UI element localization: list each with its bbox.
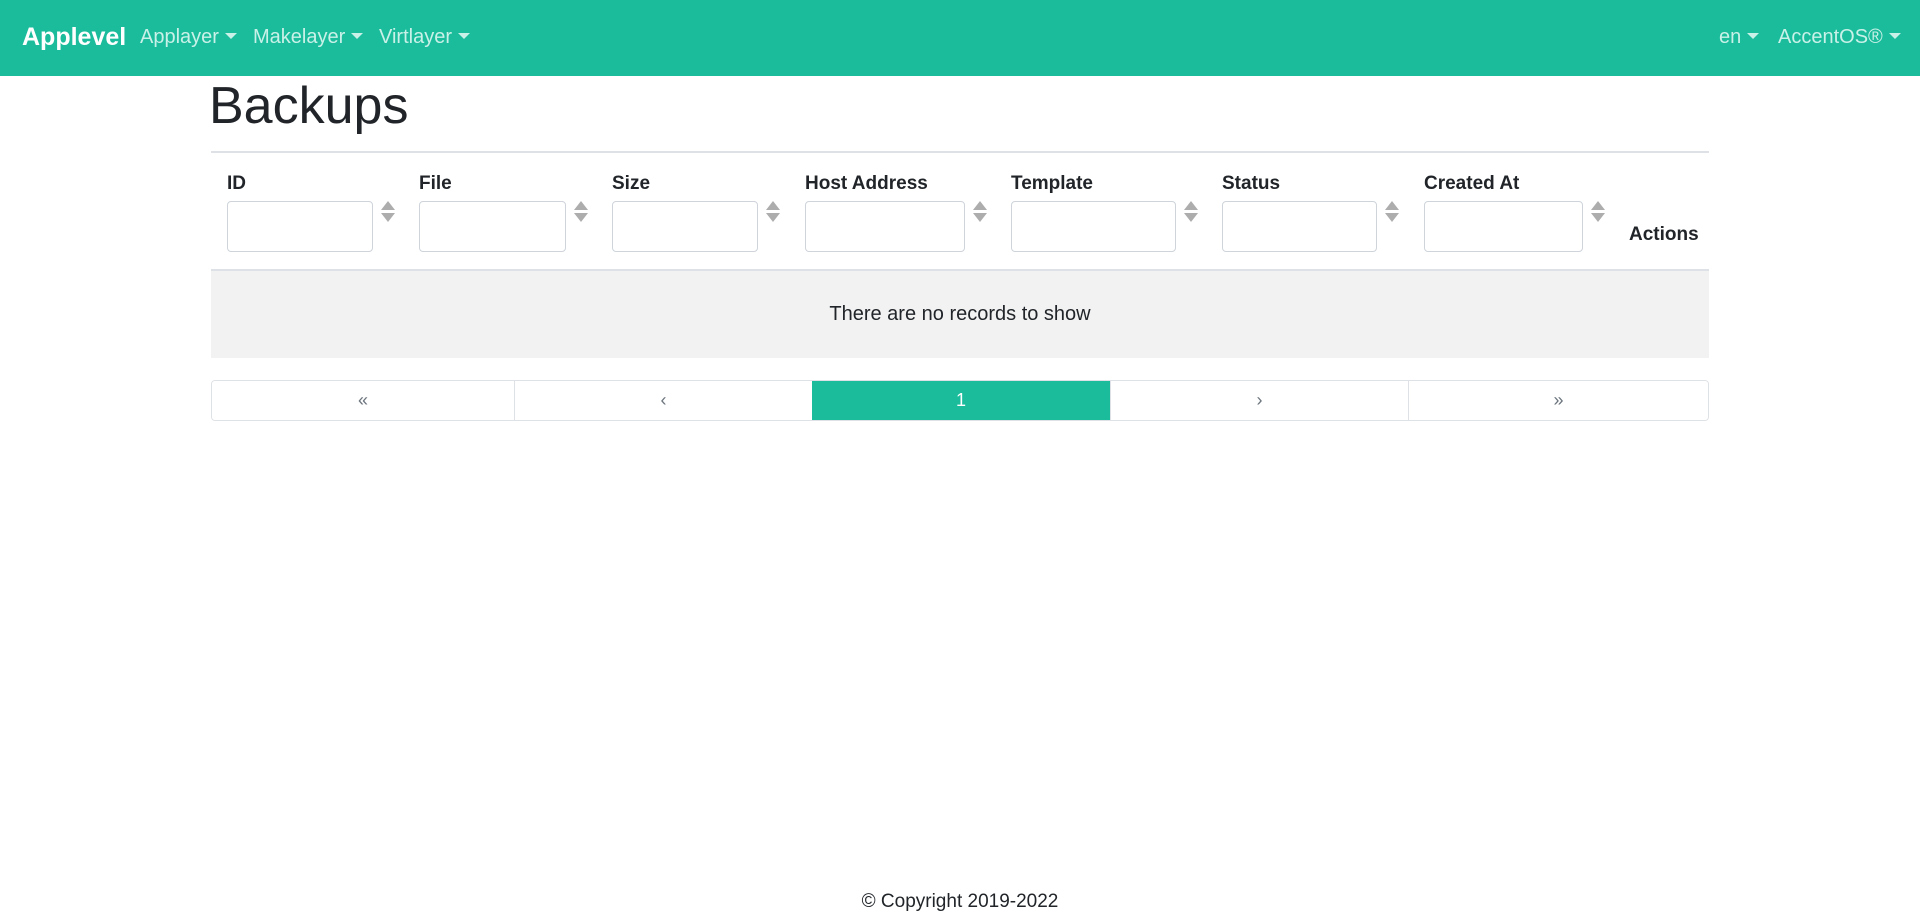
- sort-icon[interactable]: [1385, 200, 1399, 224]
- language-label: en: [1719, 26, 1742, 48]
- sort-icon[interactable]: [381, 200, 395, 224]
- menu-applayer[interactable]: Applayer: [140, 24, 237, 50]
- column-header-file: File: [419, 173, 452, 194]
- filter-input-status[interactable]: [1222, 201, 1377, 252]
- sort-icon[interactable]: [1184, 200, 1198, 224]
- filter-input-file[interactable]: [419, 201, 566, 252]
- filter-input-created-at[interactable]: [1424, 201, 1583, 252]
- column-header-actions: Actions: [1629, 224, 1699, 245]
- column-header-status: Status: [1222, 173, 1281, 194]
- sort-icon[interactable]: [574, 200, 588, 224]
- column-header-size: Size: [612, 173, 651, 194]
- menu-virtlayer-label: Virtlayer: [379, 26, 452, 48]
- filter-input-template[interactable]: [1011, 201, 1176, 252]
- caret-down-icon: [351, 33, 364, 39]
- next-page-button[interactable]: ›: [1110, 381, 1408, 420]
- title-divider: [211, 151, 1709, 153]
- previous-page-button[interactable]: ‹: [514, 381, 812, 420]
- column-header-host-address: Host Address: [805, 173, 928, 194]
- brand-link[interactable]: Applevel: [22, 21, 126, 53]
- pagination: « ‹ 1 › »: [211, 380, 1709, 421]
- language-menu[interactable]: en: [1719, 24, 1760, 50]
- column-header-id: ID: [227, 173, 246, 194]
- product-label: AccentOS®: [1778, 26, 1883, 48]
- menu-makelayer[interactable]: Makelayer: [253, 24, 364, 50]
- product-menu[interactable]: AccentOS®: [1778, 24, 1901, 50]
- caret-down-icon: [224, 33, 237, 39]
- page-1-button[interactable]: 1: [812, 381, 1110, 420]
- last-page-button[interactable]: »: [1408, 381, 1708, 420]
- filter-input-size[interactable]: [612, 201, 758, 252]
- empty-message: There are no records to show: [829, 303, 1091, 325]
- sort-icon[interactable]: [766, 200, 780, 224]
- menu-makelayer-label: Makelayer: [253, 26, 346, 48]
- top-navbar: Applevel Applayer Makelayer Virtlayer en…: [0, 0, 1920, 76]
- menu-virtlayer[interactable]: Virtlayer: [379, 24, 470, 50]
- page-title: Backups: [209, 77, 409, 135]
- sort-icon[interactable]: [973, 200, 987, 224]
- filter-input-id[interactable]: [227, 201, 373, 252]
- empty-table-row: There are no records to show: [211, 271, 1709, 358]
- menu-applayer-label: Applayer: [140, 26, 219, 48]
- caret-down-icon: [1747, 33, 1760, 39]
- column-header-template: Template: [1011, 173, 1094, 194]
- footer-copyright: © Copyright 2019-2022: [861, 891, 1059, 912]
- sort-icon[interactable]: [1591, 200, 1605, 224]
- caret-down-icon: [1888, 33, 1901, 39]
- filter-input-host-address[interactable]: [805, 201, 965, 252]
- column-header-created-at: Created At: [1424, 173, 1520, 194]
- caret-down-icon: [458, 33, 470, 39]
- first-page-button[interactable]: «: [212, 381, 514, 420]
